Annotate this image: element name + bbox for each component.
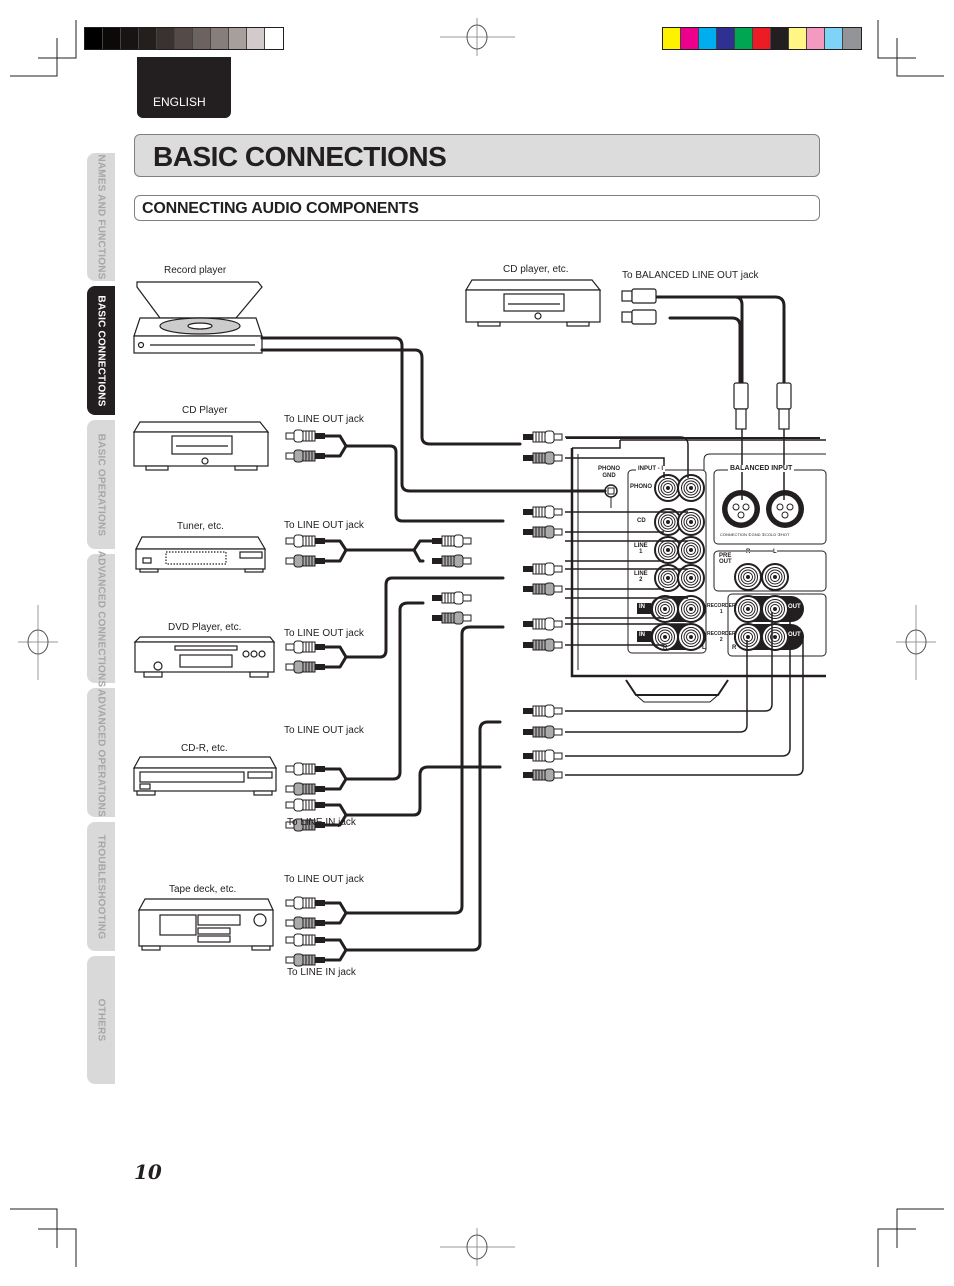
- pre-out-l-label: L: [773, 549, 777, 555]
- input-group-label: INPUT - I: [636, 466, 665, 472]
- tape-deck-label: Tape deck, etc.: [169, 884, 237, 895]
- out-l-label: L: [787, 645, 791, 651]
- pre-out-label: PRE OUT: [719, 553, 732, 565]
- recorder2-label: RECORDER 2: [707, 631, 736, 643]
- recorder2-in-label: IN: [639, 632, 645, 638]
- xlr-plugs: [621, 288, 792, 430]
- recorder2-out-l-jack: [761, 623, 789, 651]
- recorder2-out-label: OUT: [788, 632, 801, 638]
- amp-side-plugs: [431, 430, 563, 782]
- recorder1-in-label: IN: [639, 604, 645, 610]
- balanced-line-out-label: To BALANCED LINE OUT jack: [622, 270, 759, 281]
- balanced-pins-label: CONNECTION ①GND ②COLD ③HOT: [720, 532, 790, 537]
- pre-out-l-jack: [761, 563, 789, 591]
- cd-r-label: CD-R, etc.: [181, 743, 228, 754]
- tape-deck-illustration: [137, 898, 274, 951]
- tape-line-in-label: To LINE IN jack: [287, 967, 356, 978]
- cd-player-balanced-illustration: [464, 279, 602, 327]
- pre-out-r-label: R: [746, 549, 751, 555]
- dvd-player-illustration: [133, 636, 276, 678]
- recorder2-in-l-jack: [677, 623, 705, 651]
- recorder1-out-l-jack: [761, 595, 789, 623]
- record-player-illustration: [133, 281, 263, 354]
- record-player-label: Record player: [164, 265, 227, 276]
- recorder1-label: RECORDER 1: [707, 603, 736, 615]
- cdr-line-out-label: To LINE OUT jack: [284, 725, 364, 736]
- cd-l-jack: [677, 508, 705, 536]
- page-number: 10: [134, 1160, 162, 1184]
- balanced-input-label: BALANCED INPUT: [728, 465, 795, 472]
- tape-line-out-label: To LINE OUT jack: [284, 874, 364, 885]
- phono-gnd-label: PHONO GND: [598, 466, 621, 479]
- cdr-line-in-label: To LINE IN jack: [287, 817, 356, 828]
- dvd-line-out-label: To LINE OUT jack: [284, 628, 364, 639]
- connection-diagram: [132, 279, 827, 967]
- out-r-label: R: [732, 645, 737, 651]
- tuner-line-out-label: To LINE OUT jack: [284, 520, 364, 531]
- in-l-label: L: [702, 645, 706, 651]
- line1-label: LINE 1: [634, 543, 648, 555]
- phono-l-jack: [677, 474, 705, 502]
- device-side-plugs: [285, 429, 326, 967]
- balanced-l-xlr: [765, 489, 805, 529]
- cd-player-illustration: [132, 421, 270, 471]
- phono-gnd-terminal: [604, 484, 618, 508]
- xlr-r-marker: R: [753, 485, 758, 491]
- recorder2-out-r-jack: [734, 623, 762, 651]
- tuner-illustration: [135, 536, 267, 573]
- cd-input-label: CD: [637, 518, 646, 524]
- cd-player-balanced-label: CD player, etc.: [503, 264, 569, 275]
- recorder1-out-label: OUT: [788, 604, 801, 610]
- line2-label: LINE 2: [634, 571, 648, 583]
- cd-line-out-label: To LINE OUT jack: [284, 414, 364, 425]
- cd-r-illustration: [132, 756, 278, 796]
- balanced-r-xlr: [721, 489, 761, 529]
- in-r-label: R: [663, 645, 668, 651]
- recorder1-in-l-jack: [677, 595, 705, 623]
- pre-out-r-jack: [734, 563, 762, 591]
- xlr-l-marker: L: [797, 485, 801, 491]
- phono-label: PHONO: [630, 484, 653, 490]
- dvd-player-label: DVD Player, etc.: [168, 622, 242, 633]
- tuner-label: Tuner, etc.: [177, 521, 224, 532]
- recorder1-out-r-jack: [734, 595, 762, 623]
- cd-player-label: CD Player: [182, 405, 228, 416]
